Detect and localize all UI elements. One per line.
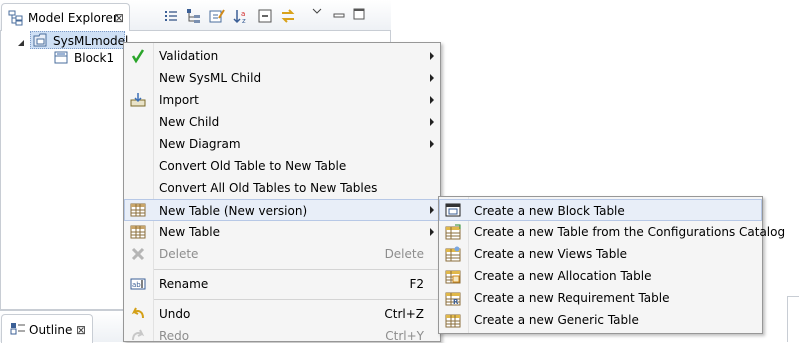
catalog-table-icon	[445, 224, 461, 240]
maximize-icon[interactable]	[353, 8, 365, 20]
menu-item-label: New Diagram	[159, 137, 241, 151]
outline-tab[interactable]: Outline ⊠	[1, 314, 93, 343]
submenu-item-label: Create a new Requirement Table	[474, 291, 670, 305]
submenu-arrow-icon	[430, 228, 434, 236]
tree-item-label: SysMLmodel	[53, 34, 129, 48]
menu-item-redo[interactable]: Redo Ctrl+Y	[124, 325, 440, 341]
submenu-item-generic-table[interactable]: Create a new Generic Table	[439, 309, 762, 331]
submenu-arrow-icon	[430, 118, 434, 126]
menu-item-label: Redo	[159, 329, 190, 341]
edit-filter-icon[interactable]	[209, 8, 225, 24]
model-explorer-tab-title: Model Explorer	[28, 11, 118, 25]
submenu-arrow-icon	[430, 206, 434, 214]
menu-item-label: Rename	[159, 277, 209, 291]
menu-item-new-table[interactable]: New Table	[124, 221, 440, 243]
submenu-item-label: Create a new Generic Table	[474, 313, 639, 327]
menu-item-accelerator: Ctrl+Y	[385, 329, 424, 341]
menu-item-label: Import	[159, 93, 199, 107]
submenu-arrow-icon	[430, 96, 434, 104]
menu-item-delete[interactable]: Delete Delete	[124, 243, 440, 265]
submenu-arrow-icon	[430, 74, 434, 82]
block-table-icon	[445, 203, 461, 217]
undo-icon	[131, 307, 144, 319]
menu-item-convert-old-table[interactable]: Convert Old Table to New Table	[124, 155, 440, 177]
model-explorer-tabbar: Model Explorer ⊠ a z	[0, 0, 391, 31]
menu-item-label: Validation	[159, 49, 219, 63]
menu-item-accelerator: Ctrl+Z	[384, 307, 424, 321]
context-menu: Validation New SysML Child Import New Ch…	[123, 42, 441, 342]
menu-item-label: New Table	[159, 225, 221, 239]
svg-text:ab: ab	[132, 281, 141, 289]
menu-item-new-sysml-child[interactable]: New SysML Child	[124, 67, 440, 89]
menu-separator	[154, 269, 438, 270]
menu-item-new-table-new-version[interactable]: New Table (New version)	[124, 199, 440, 221]
editor-area-background	[763, 0, 799, 342]
allocation-table-icon	[445, 270, 461, 284]
table-icon	[130, 225, 146, 239]
menu-item-label: Convert All Old Tables to New Tables	[159, 181, 378, 195]
close-icon[interactable]: ⊠	[114, 12, 124, 24]
delete-icon	[131, 247, 145, 261]
svg-text:R: R	[453, 298, 459, 306]
submenu-item-views-table[interactable]: Create a new Views Table	[439, 243, 762, 265]
close-icon[interactable]: ⊠	[76, 324, 86, 336]
block-icon	[54, 51, 68, 64]
submenu-arrow-icon	[430, 140, 434, 148]
new-table-submenu: Create a new Block Table Create a new Ta…	[438, 196, 785, 334]
tree-view-icon[interactable]	[186, 8, 202, 24]
tree-item-block1[interactable]: Block1	[52, 49, 132, 67]
menu-item-new-child[interactable]: New Child	[124, 111, 440, 133]
redo-icon	[132, 329, 145, 341]
model-explorer-icon	[8, 10, 23, 26]
list-view-icon[interactable]	[163, 8, 179, 24]
table-icon	[130, 203, 146, 217]
menu-item-label: New Child	[159, 115, 220, 129]
view-menu-chevron-icon[interactable]	[312, 8, 322, 16]
outline-tab-title: Outline	[29, 323, 73, 337]
tree-item-label: Block1	[74, 51, 115, 65]
expanded-triangle-icon[interactable]	[17, 39, 25, 47]
side-panel-edge	[787, 296, 799, 342]
requirement-table-icon: R	[445, 292, 461, 306]
menu-item-convert-all-old-tables[interactable]: Convert All Old Tables to New Tables	[124, 177, 440, 199]
menu-item-validation[interactable]: Validation	[124, 45, 440, 67]
tree-item-sysmlmodel[interactable]: SysMLmodel	[30, 31, 129, 49]
menu-item-accelerator: F2	[409, 277, 424, 291]
rename-icon: ab	[130, 278, 146, 290]
link-with-editor-icon[interactable]	[280, 8, 296, 24]
generic-table-icon	[445, 314, 461, 328]
submenu-item-label: Create a new Views Table	[474, 247, 628, 261]
menu-item-label: Delete	[159, 247, 199, 261]
minimize-icon[interactable]	[333, 9, 345, 21]
menu-item-undo[interactable]: Undo Ctrl+Z	[124, 303, 440, 325]
menu-separator	[154, 299, 438, 300]
menu-item-label: New Table (New version)	[159, 204, 308, 218]
checkmark-icon	[131, 49, 145, 64]
submenu-arrow-icon	[430, 52, 434, 60]
collapse-all-icon[interactable]	[257, 8, 273, 24]
model-package-icon	[33, 33, 47, 47]
submenu-item-block-table[interactable]: Create a new Block Table	[439, 199, 762, 221]
views-table-icon	[445, 246, 461, 262]
submenu-item-label: Create a new Table from the Configuratio…	[474, 225, 786, 239]
menu-item-import[interactable]: Import	[124, 89, 440, 111]
menu-item-label: Undo	[159, 307, 191, 321]
menu-item-label: Convert Old Table to New Table	[159, 159, 347, 173]
submenu-item-requirement-table[interactable]: R Create a new Requirement Table	[439, 287, 762, 309]
svg-text:z: z	[242, 17, 246, 24]
menu-item-accelerator: Delete	[384, 247, 424, 261]
menu-item-rename[interactable]: ab Rename F2	[124, 273, 440, 295]
menu-item-new-diagram[interactable]: New Diagram	[124, 133, 440, 155]
submenu-item-label: Create a new Allocation Table	[474, 269, 652, 283]
submenu-item-allocation-table[interactable]: Create a new Allocation Table	[439, 265, 762, 287]
import-icon	[130, 93, 146, 107]
outline-icon	[10, 323, 25, 335]
tree-expand-toggle[interactable]	[17, 36, 25, 47]
sort-alphabetically-icon[interactable]: a z	[233, 8, 249, 24]
model-explorer-tab[interactable]: Model Explorer ⊠	[1, 3, 130, 31]
menu-item-label: New SysML Child	[159, 71, 262, 85]
submenu-item-configurations-catalog[interactable]: Create a new Table from the Configuratio…	[439, 221, 785, 243]
submenu-item-label: Create a new Block Table	[474, 204, 625, 218]
